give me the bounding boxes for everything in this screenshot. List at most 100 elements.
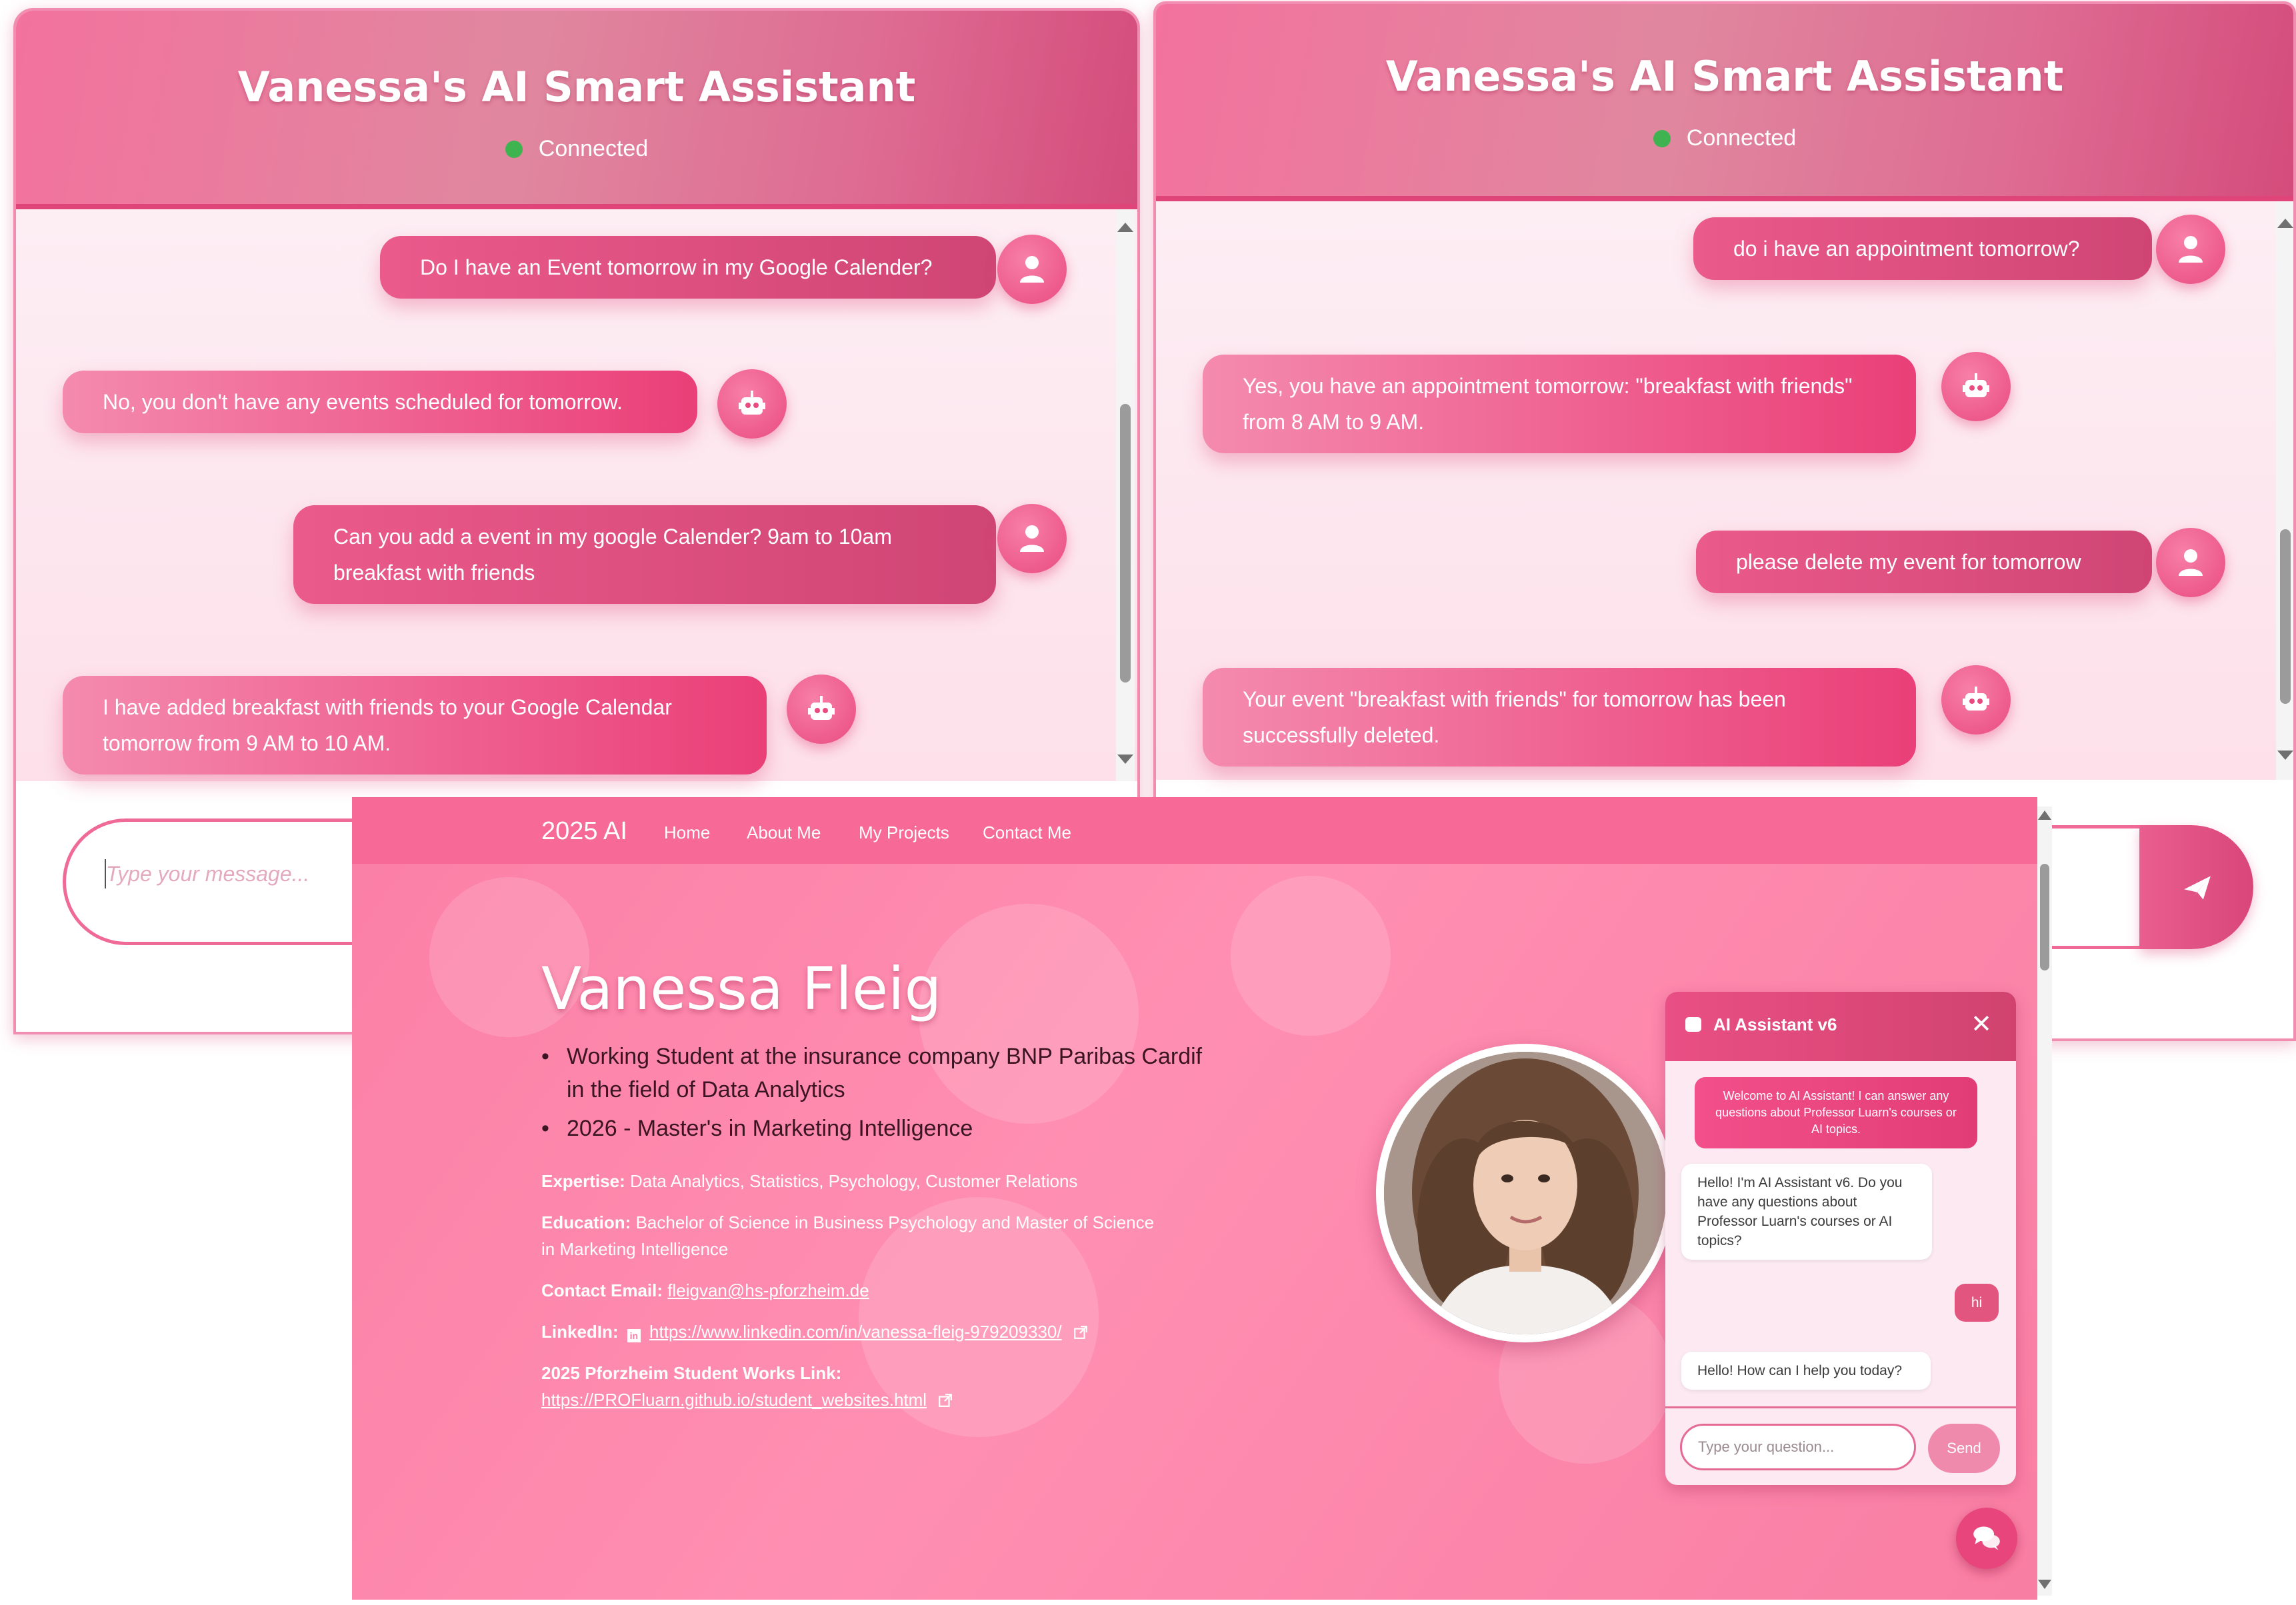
user-message: Do I have an Event tomorrow in my Google… [380, 236, 996, 299]
bot-message: Hello! How can I help you today? [1681, 1352, 1931, 1390]
chat-toggle-button[interactable] [1956, 1508, 2017, 1569]
message-text: I have added breakfast with friends to y… [103, 695, 672, 755]
page-title: Vanessa Fleig [541, 954, 942, 1023]
education-line: Education: Bachelor of Science in Busine… [541, 1209, 1155, 1262]
message-text: Can you add a event in my google Calende… [333, 525, 892, 585]
scroll-up-arrow-icon[interactable] [1117, 223, 1133, 232]
widget-header: AI Assistant v6 ✕ [1665, 992, 2016, 1061]
user-avatar-icon [997, 504, 1067, 573]
list-item-text: Working Student at the insurance company… [567, 1044, 1203, 1102]
scroll-thumb[interactable] [1120, 404, 1131, 683]
chat-title: Vanessa's AI Smart Assistant [237, 63, 916, 111]
scroll-thumb[interactable] [2280, 529, 2291, 704]
label: Expertise: [541, 1171, 625, 1191]
chat-header: Vanessa's AI Smart Assistant Connected [16, 11, 1137, 209]
scroll-down-arrow-icon[interactable] [1117, 755, 1133, 764]
bullet-list: Working Student at the insurance company… [541, 1040, 1208, 1150]
scrollbar[interactable] [1116, 209, 1135, 781]
bot-message: Yes, you have an appointment tomorrow: "… [1203, 355, 1916, 453]
chat-title: Vanessa's AI Smart Assistant [1385, 52, 2064, 101]
profile-photo [1384, 1052, 1667, 1334]
top-nav: 2025 AI Home About Me My Projects Contac… [352, 797, 2037, 864]
nav-link-about[interactable]: About Me [747, 822, 821, 843]
message-text: Your event "breakfast with friends" for … [1243, 687, 1786, 747]
robot-avatar-icon [717, 369, 787, 439]
status-dot-icon [1653, 130, 1671, 147]
nav-link-projects[interactable]: My Projects [859, 822, 949, 843]
email-link[interactable]: fleigvan@hs-pforzheim.de [667, 1280, 869, 1300]
bot-message: Hello! I'm AI Assistant v6. Do you have … [1681, 1164, 1932, 1260]
input-placeholder: Type your question... [1698, 1438, 1835, 1455]
user-message: Can you add a event in my google Calende… [293, 505, 996, 604]
works-line: 2025 Pforzheim Student Works Link: https… [541, 1360, 953, 1413]
status-text: Connected [1686, 125, 1797, 151]
widget-title: AI Assistant v6 [1713, 1014, 1837, 1034]
user-avatar-icon [2156, 528, 2225, 597]
status-text: Connected [538, 136, 649, 161]
text-cursor [105, 859, 106, 888]
label: 2025 Pforzheim Student Works Link: [541, 1363, 842, 1383]
nav-link-contact[interactable]: Contact Me [983, 822, 1071, 843]
input-placeholder: Type your message... [106, 862, 310, 886]
value: Bachelor of Science in Business Psycholo… [541, 1212, 1155, 1259]
chat-header: Vanessa's AI Smart Assistant Connected [1156, 4, 2293, 201]
robot-avatar-icon [1941, 352, 2011, 421]
user-message: please delete my event for tomorrow [1696, 531, 2152, 593]
label: Education: [541, 1212, 631, 1232]
scroll-down-arrow-icon[interactable] [2038, 1580, 2051, 1589]
send-button[interactable]: Send [1928, 1424, 2000, 1473]
nav-link-home[interactable]: Home [664, 822, 710, 843]
label: Contact Email: [541, 1280, 663, 1300]
question-input[interactable]: Type your question... [1680, 1424, 1916, 1470]
user-avatar-icon [2156, 215, 2225, 284]
paper-plane-icon [2184, 876, 2211, 900]
ai-assistant-widget: AI Assistant v6 ✕ Welcome to AI Assistan… [1665, 992, 2016, 1485]
scrollbar[interactable] [2276, 201, 2293, 780]
linkedin-line: LinkedIn: in https://www.linkedin.com/in… [541, 1318, 1088, 1345]
robot-avatar-icon [1941, 665, 2011, 735]
brand-logo[interactable]: 2025 AI [541, 817, 627, 846]
bot-message: No, you don't have any events scheduled … [63, 371, 697, 433]
page-scrollbar-track[interactable] [2037, 806, 2052, 1596]
close-icon[interactable]: ✕ [1971, 1009, 1992, 1039]
message-list[interactable]: Do I have an Event tomorrow in my Google… [16, 209, 1137, 781]
user-avatar-icon [997, 235, 1067, 304]
welcome-message: Welcome to AI Assistant! I can answer an… [1695, 1077, 1977, 1148]
decorative-circle [1231, 876, 1391, 1036]
robot-icon [1685, 1017, 1701, 1032]
scroll-up-arrow-icon[interactable] [2038, 810, 2051, 820]
scroll-down-arrow-icon[interactable] [2277, 751, 2293, 760]
expertise-line: Expertise: Data Analytics, Statistics, P… [541, 1168, 1077, 1194]
widget-divider [1665, 1406, 2016, 1408]
profile-photo-frame [1376, 1044, 1675, 1342]
user-message: do i have an appointment tomorrow? [1693, 217, 2152, 280]
linkedin-link[interactable]: https://www.linkedin.com/in/vanessa-flei… [649, 1322, 1062, 1342]
portrait-illustration [1384, 1052, 1667, 1334]
connection-status: Connected [16, 136, 1137, 162]
chat-bubbles-icon [1973, 1526, 2000, 1550]
scroll-up-arrow-icon[interactable] [2277, 219, 2293, 228]
external-link-icon [939, 1394, 953, 1407]
portfolio-page: 2025 AI Home About Me My Projects Contac… [352, 797, 2037, 1600]
label: LinkedIn: [541, 1322, 619, 1342]
message-text: Do I have an Event tomorrow in my Google… [420, 255, 933, 279]
bot-message: I have added breakfast with friends to y… [63, 676, 767, 775]
list-item: Working Student at the insurance company… [541, 1040, 1208, 1106]
external-link-icon [1073, 1326, 1087, 1339]
message-text: do i have an appointment tomorrow? [1733, 237, 2080, 261]
message-list[interactable]: do i have an appointment tomorrow? Yes, … [1156, 201, 2293, 780]
scroll-thumb[interactable] [2040, 864, 2049, 970]
email-line: Contact Email: fleigvan@hs-pforzheim.de [541, 1277, 869, 1304]
connection-status: Connected [1156, 125, 2293, 151]
message-text: Yes, you have an appointment tomorrow: "… [1243, 374, 1853, 434]
student-works-link[interactable]: https://PROFluarn.github.io/student_webs… [541, 1390, 927, 1410]
value: Data Analytics, Statistics, Psychology, … [629, 1171, 1078, 1191]
user-message: hi [1955, 1284, 1999, 1322]
robot-avatar-icon [787, 675, 856, 744]
send-button[interactable] [2140, 825, 2253, 949]
list-item: 2026 - Master's in Marketing Intelligenc… [541, 1112, 1208, 1145]
message-text: No, you don't have any events scheduled … [103, 390, 623, 414]
status-dot-icon [505, 141, 523, 158]
list-item-text: 2026 - Master's in Marketing Intelligenc… [567, 1116, 973, 1141]
bot-message: Your event "breakfast with friends" for … [1203, 668, 1916, 767]
